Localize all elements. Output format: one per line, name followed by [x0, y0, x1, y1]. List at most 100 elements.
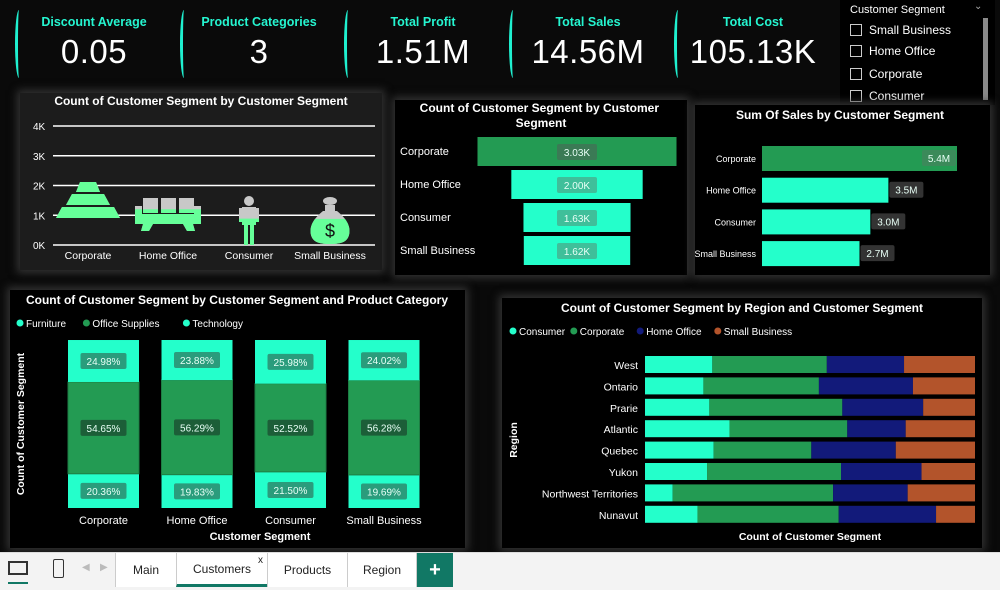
chart-title: Sum Of Sales by Customer Segment [736, 108, 944, 122]
slicer-item-label: Small Business [869, 23, 952, 37]
tab-region[interactable]: Region [347, 553, 417, 587]
kpi-title: Total Profit [390, 15, 456, 29]
stacked-segment [645, 441, 714, 459]
y-tick-label: 3K [33, 152, 46, 163]
stacked-segment [645, 398, 710, 416]
stacked-segment [833, 484, 908, 502]
sales-bar [762, 177, 889, 203]
legend-label: Office Supplies [92, 319, 159, 330]
stacked-segment [645, 463, 708, 480]
x-tick-label: Small Business [294, 250, 366, 262]
slicer-item[interactable]: Small Business [850, 23, 951, 37]
add-page-button[interactable]: + [417, 553, 453, 587]
legend-label: Technology [192, 319, 243, 330]
data-label: 3.0M [877, 217, 899, 228]
y-tick-label: 2K [33, 182, 46, 193]
slicer-item[interactable]: Consumer [850, 89, 924, 103]
stacked-segment [818, 377, 913, 395]
category-label: Nunavut [599, 510, 638, 522]
chevron-left-icon[interactable]: ◀ [82, 562, 90, 573]
data-label: 3.03K [564, 148, 590, 159]
tab-products[interactable]: Products [267, 553, 347, 587]
stacked-segment [907, 484, 975, 502]
data-label: 5.4M [928, 154, 950, 165]
person-icon [239, 196, 259, 245]
slicer-title: Customer Segment [850, 4, 945, 16]
kpi-card-total-cost: Total Cost 105.13K [674, 8, 832, 80]
stacked-segment [645, 377, 704, 395]
stacked-segment [847, 420, 906, 438]
chart-title: Count of Customer Segment by Customer Se… [420, 101, 663, 130]
stacked-segment [697, 505, 839, 523]
data-label: 21.50% [274, 486, 308, 497]
data-label: 24.02% [367, 356, 401, 367]
category-label: Small Business [695, 249, 756, 259]
y-tick-label: 4K [33, 122, 46, 133]
funnel-chart: Count of Customer Segment by Customer Se… [400, 101, 677, 265]
phone-view-icon[interactable] [53, 559, 64, 578]
sales-bar [762, 209, 871, 235]
y-tick-label: 1K [33, 211, 46, 222]
gold-bars-icon [56, 182, 120, 218]
sales-bar-chart-panel: Sum Of Sales by Customer Segment Corporat… [695, 105, 990, 275]
stacked-segment [936, 505, 975, 523]
legend-marker [82, 319, 90, 327]
data-label: 2.7M [866, 249, 888, 260]
page-tab-bar: ◀ ▶ Main Customers x Products Region + [0, 552, 1000, 590]
kpi-title: Total Sales [555, 15, 621, 29]
legend-label: Home Office [646, 327, 702, 338]
x-tick-label: Consumer [265, 515, 316, 527]
region-bar-chart: Count of Customer Segment by Region and … [508, 301, 975, 543]
funnel-chart-panel: Count of Customer Segment by Customer Se… [395, 100, 687, 275]
tab-customers[interactable]: Customers x [176, 553, 267, 587]
stacked-segment [645, 356, 713, 373]
desktop-view-icon[interactable] [8, 561, 28, 575]
scrollbar[interactable] [983, 18, 988, 100]
category-label: Small Business [400, 245, 476, 257]
category-label: Northwest Territories [542, 488, 638, 500]
kpi-value: 1.51M [375, 33, 471, 70]
data-label: 24.98% [87, 357, 121, 368]
data-label: 56.28% [367, 424, 401, 435]
slicer-item-label: Corporate [869, 67, 923, 81]
stacked-segment [713, 441, 812, 459]
title-line: Segment [516, 116, 567, 130]
sales-bar-chart: Sum Of Sales by Customer Segment Corporat… [695, 108, 957, 267]
data-label: 19.83% [180, 487, 214, 498]
data-label: 20.36% [87, 487, 121, 498]
close-icon[interactable]: x [258, 555, 263, 566]
card-accent [344, 10, 352, 78]
x-tick-label: Corporate [65, 250, 112, 262]
checkbox[interactable] [850, 68, 862, 80]
checkbox[interactable] [850, 45, 862, 57]
category-label: West [614, 360, 638, 372]
x-tick-label: Corporate [79, 515, 128, 527]
chart-title: Count of Customer Segment by Customer Se… [26, 293, 448, 307]
checkbox[interactable] [850, 24, 862, 36]
kpi-card-product-categories: Product Categories 3 [180, 8, 338, 80]
chart-title: Count of Customer Segment by Region and … [561, 301, 923, 315]
slicer-item[interactable]: Corporate [850, 67, 922, 81]
checkbox[interactable] [850, 90, 862, 102]
sales-bar [762, 241, 860, 267]
stacked-segment [912, 377, 975, 395]
data-label: 23.88% [180, 356, 214, 367]
kpi-title: Discount Average [41, 15, 147, 29]
tab-main[interactable]: Main [115, 553, 176, 587]
tab-label: Customers [192, 561, 251, 576]
region-bar-chart-panel: Count of Customer Segment by Region and … [502, 298, 982, 548]
category-label: Yukon [609, 467, 638, 479]
customer-segment-slicer: Customer Segment ⌄ Small Business Home O… [840, 0, 995, 105]
slicer-item[interactable]: Home Office [850, 44, 935, 58]
chevron-right-icon[interactable]: ▶ [100, 562, 108, 573]
data-label: 56.29% [180, 423, 214, 434]
slicer-item-label: Home Office [869, 44, 936, 58]
category-label: Home Office [400, 179, 461, 191]
category-label: Corporate [716, 154, 756, 164]
chevron-down-icon[interactable]: ⌄ [974, 1, 982, 12]
y-axis-title: Region [508, 422, 520, 458]
legend-marker [16, 319, 24, 327]
card-accent [180, 10, 188, 78]
category-label: Prarie [610, 403, 638, 415]
category-label: Quebec [601, 446, 638, 458]
